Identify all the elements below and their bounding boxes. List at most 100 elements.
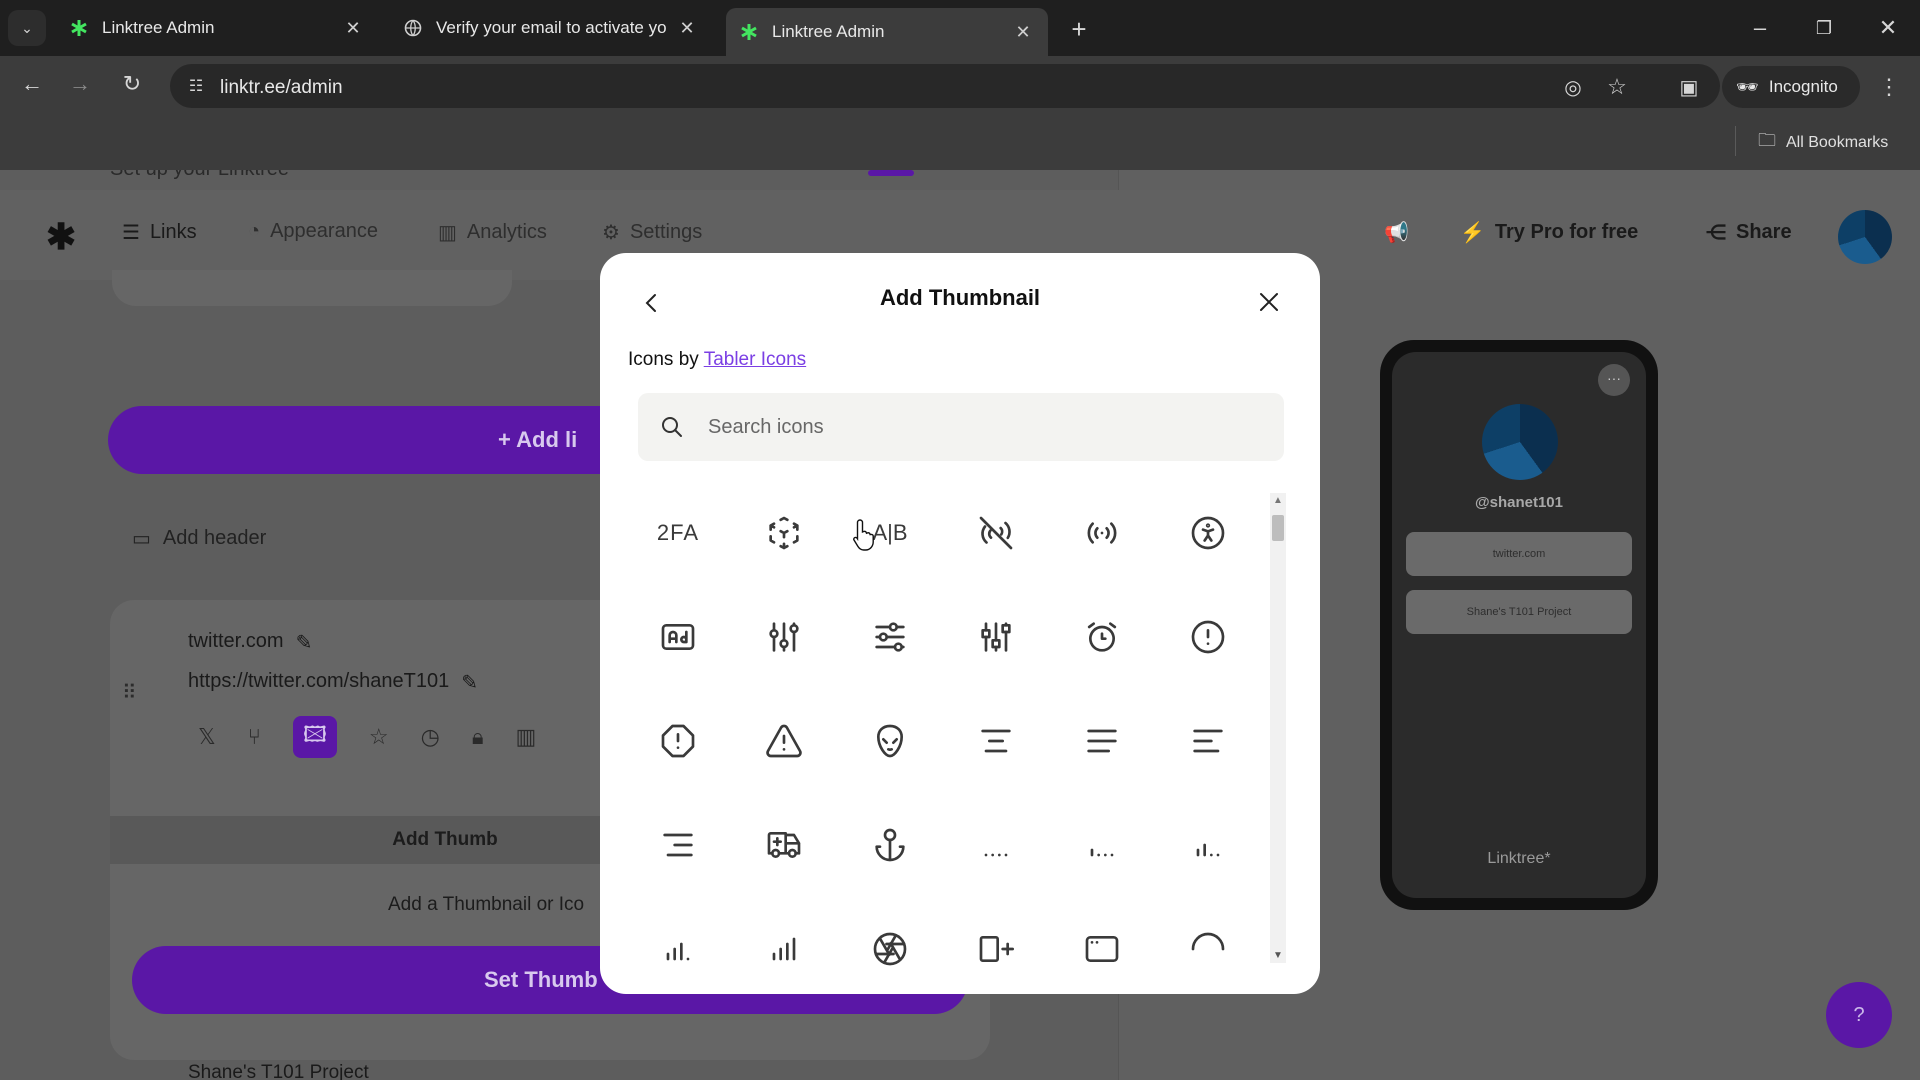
scrollbar-thumb[interactable] (1272, 515, 1284, 541)
lock-icon[interactable]: 🔒︎ (472, 724, 484, 750)
access-point-icon[interactable] (1052, 488, 1152, 578)
tab-linktree-admin-2[interactable]: Linktree Admin ✕ (726, 8, 1048, 56)
adjustments-icon[interactable] (734, 592, 834, 682)
minimize-icon[interactable]: – (1740, 12, 1780, 44)
globe-favicon-icon (404, 19, 422, 37)
edit-icon[interactable]: ✎ (461, 670, 478, 695)
address-bar[interactable]: ☷ (170, 64, 1720, 108)
redirect-icon[interactable]: ⑂ (248, 724, 261, 750)
schedule-icon[interactable]: ◷ (421, 724, 440, 750)
align-left-icon[interactable] (1158, 696, 1258, 786)
linktree-logo-icon[interactable]: ✱ (46, 216, 76, 258)
preview-link[interactable]: twitter.com (1406, 532, 1632, 576)
aperture-icon[interactable] (840, 904, 940, 968)
antenna-bars-3-icon[interactable] (1158, 800, 1258, 890)
nav-appearance[interactable]: ◔ Appearance (248, 220, 378, 243)
incognito-indicator[interactable]: 🕶 Incognito (1722, 66, 1860, 108)
image-icon[interactable]: 🖾 (292, 716, 337, 758)
try-pro-button[interactable]: ⚡ Try Pro for free (1460, 220, 1638, 245)
eye-off-icon[interactable]: ◎ (1556, 70, 1590, 104)
app-window-icon[interactable] (1052, 904, 1152, 968)
align-justified-icon[interactable] (1052, 696, 1152, 786)
drag-handle-icon[interactable]: ⠿ (122, 680, 137, 705)
next-link-title[interactable]: Shane's T101 Project (188, 1062, 369, 1080)
menu-icon[interactable]: ⋮ (1872, 70, 1906, 104)
antenna-bars-4-icon[interactable] (628, 904, 728, 968)
accessible-icon[interactable] (1158, 488, 1258, 578)
adjustments-alt-icon[interactable] (946, 592, 1046, 682)
profile-card-remnant (112, 270, 512, 306)
antenna-bars-2-icon[interactable] (1052, 800, 1152, 890)
help-button[interactable]: ? (1826, 982, 1892, 1048)
preview-menu-icon[interactable]: ··· (1598, 364, 1630, 396)
star-icon[interactable]: ☆ (1600, 70, 1634, 104)
alert-octagon-icon[interactable] (628, 696, 728, 786)
analytics-icon[interactable]: ▥ (516, 724, 537, 750)
tab-close-icon[interactable]: ✕ (676, 18, 698, 39)
preview-link-label: Shane's T101 Project (1466, 606, 1572, 618)
nav-links[interactable]: ☰ Links (122, 220, 197, 245)
avatar[interactable] (1838, 210, 1892, 264)
phone-screen: ··· @shanet101 twitter.com Shane's T101 … (1392, 352, 1646, 898)
icon-grid-scrollbar[interactable]: ▲ ▼ (1270, 493, 1286, 963)
close-icon (1260, 293, 1278, 311)
credits-prefix: Icons by (628, 349, 699, 370)
divider (1735, 126, 1736, 156)
x-logo-icon[interactable]: 𝕏 (198, 724, 216, 750)
link-title[interactable]: twitter.com ✎ (188, 630, 312, 655)
reload-icon[interactable]: ↻ (114, 66, 150, 102)
alien-icon[interactable] (840, 696, 940, 786)
scroll-down-icon[interactable]: ▼ (1273, 950, 1283, 961)
bookmarks-bar: 🗀 All Bookmarks (0, 114, 1920, 170)
scroll-up-icon[interactable]: ▲ (1273, 495, 1283, 506)
restore-icon[interactable]: ❐ (1804, 12, 1844, 44)
preview-link[interactable]: Shane's T101 Project (1406, 590, 1632, 634)
new-tab-icon[interactable]: + (1062, 12, 1096, 46)
alert-circle-icon[interactable] (1158, 592, 1258, 682)
align-center-icon[interactable] (946, 696, 1046, 786)
antenna-bars-5-icon[interactable] (734, 904, 834, 968)
preview-handle: @shanet101 (1474, 494, 1563, 511)
site-info-icon[interactable]: ☷ (180, 70, 212, 102)
2fa-icon[interactable]: 2FA (628, 488, 728, 578)
tabler-icons-link[interactable]: Tabler Icons (704, 349, 806, 370)
nav-analytics[interactable]: ▥ Analytics (438, 220, 547, 245)
add-header-button[interactable]: ▭ Add header (132, 526, 266, 551)
align-right-icon[interactable] (628, 800, 728, 890)
ambulance-icon[interactable] (734, 800, 834, 890)
star-icon[interactable]: ☆ (369, 724, 389, 750)
nav-settings-label: Settings (629, 221, 703, 243)
arc-icon[interactable] (1158, 904, 1258, 968)
share-button[interactable]: ⋲ Share (1706, 220, 1792, 245)
anchor-icon[interactable] (840, 800, 940, 890)
mouse-cursor-icon (853, 519, 874, 551)
search-input[interactable] (706, 393, 1266, 461)
alert-triangle-icon[interactable] (734, 696, 834, 786)
tab-title: Linktree Admin (102, 18, 215, 37)
alarm-icon[interactable] (1052, 592, 1152, 682)
nav-settings[interactable]: ⚙ Settings (602, 220, 702, 245)
back-icon[interactable]: ← (14, 66, 50, 102)
tab-close-icon[interactable]: ✕ (1012, 22, 1034, 43)
side-panel-icon[interactable]: ▣ (1672, 70, 1706, 104)
antenna-bars-1-icon[interactable] (946, 800, 1046, 890)
edit-icon[interactable]: ✎ (296, 630, 313, 655)
forward-icon[interactable]: → (62, 66, 98, 102)
tab-title: Linktree Admin (772, 22, 885, 41)
access-point-off-icon[interactable] (946, 488, 1046, 578)
icon-credits: Icons by Tabler Icons (628, 349, 806, 371)
adjustments-horizontal-icon[interactable] (840, 592, 940, 682)
tab-verify-email[interactable]: Verify your email to activate yo ✕ (390, 8, 712, 48)
announcements-button[interactable]: 📢 (1384, 220, 1409, 245)
tab-close-icon[interactable]: ✕ (342, 18, 364, 39)
3d-cube-sphere-icon[interactable] (734, 488, 834, 578)
close-button[interactable] (1254, 287, 1284, 317)
tab-linktree-admin-1[interactable]: Linktree Admin ✕ (56, 8, 378, 48)
url-text[interactable]: linktr.ee/admin (220, 77, 343, 99)
tab-search-icon[interactable]: ⌄ (8, 10, 46, 46)
close-window-icon[interactable]: ✕ (1868, 12, 1908, 44)
ad-icon[interactable] (628, 592, 728, 682)
all-bookmarks-button[interactable]: 🗀 All Bookmarks (1758, 128, 1888, 158)
app-window-plus-icon[interactable] (946, 904, 1046, 968)
link-url[interactable]: https://twitter.com/shaneT101 ✎ (188, 670, 478, 695)
